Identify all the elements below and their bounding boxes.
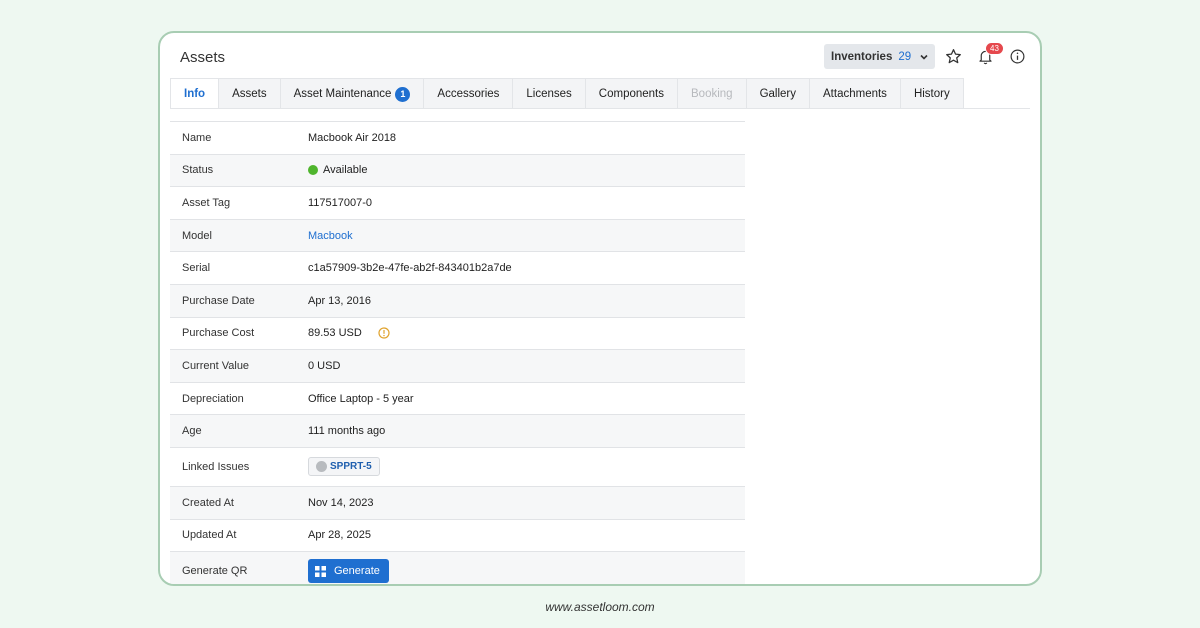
asset-window: Assets Inventories 29 43 Info Assets Ass… <box>158 31 1042 586</box>
row-label: Serial <box>182 262 211 275</box>
tab-label: Accessories <box>437 88 500 100</box>
header: Assets Inventories 29 43 <box>160 33 1040 79</box>
inventories-count: 29 <box>898 50 912 63</box>
detail-row-updated-at: Updated At Apr 28, 2025 <box>170 520 745 553</box>
current-value-value: 0 USD <box>308 359 341 372</box>
tab-label: Gallery <box>759 88 797 100</box>
row-label: Asset Tag <box>182 196 231 209</box>
issue-type-icon <box>316 461 327 473</box>
detail-row-purchase-cost: Purchase Cost 89.53 USD <box>170 318 745 351</box>
detail-row-current-value: Current Value 0 USD <box>170 350 745 383</box>
details-table: Name Macbook Air 2018 Status Available A… <box>170 121 745 584</box>
linked-issue-chip[interactable]: SPPRT-5 <box>308 457 380 477</box>
depreciation-value: Office Laptop - 5 year <box>308 392 414 405</box>
info-warning-icon[interactable] <box>378 327 390 339</box>
tab-label: Attachments <box>823 88 887 100</box>
row-label: Name <box>182 131 212 144</box>
tab-label: Licenses <box>526 88 572 100</box>
row-label: Generate QR <box>182 565 248 578</box>
detail-row-purchase-date: Purchase Date Apr 13, 2016 <box>170 284 745 318</box>
row-label: Purchase Date <box>182 294 255 307</box>
inventories-label: Inventories <box>831 50 893 63</box>
tab-divider <box>170 108 1030 109</box>
row-label: Model <box>182 229 212 242</box>
tab-label: Asset Maintenance <box>293 88 392 100</box>
updated-at-value: Apr 28, 2025 <box>308 529 371 542</box>
tab-booking: Booking <box>677 78 747 109</box>
row-label: Depreciation <box>182 392 244 405</box>
tab-assets[interactable]: Assets <box>218 78 281 109</box>
detail-row-status: Status Available <box>170 154 745 188</box>
linked-issue-key: SPPRT-5 <box>330 461 372 473</box>
chevron-down-icon <box>920 54 928 60</box>
asset-name-value: Macbook Air 2018 <box>308 131 397 144</box>
tab-label: Info <box>184 88 206 100</box>
tab-components[interactable]: Components <box>584 78 679 109</box>
detail-row-serial: Serial c1a57909-3b2e-47fe-ab2f-843401b2a… <box>170 252 745 285</box>
page-title: Assets <box>180 49 226 66</box>
tab-bar: Info Assets Asset Maintenance 1 Accessori… <box>170 78 964 109</box>
row-label: Status <box>182 164 214 177</box>
detail-row-age: Age 111 months ago <box>170 415 745 448</box>
generate-button-label: Generate <box>334 565 380 578</box>
serial-value: c1a57909-3b2e-47fe-ab2f-843401b2a7de <box>308 262 512 275</box>
status-value: Available <box>323 164 368 177</box>
asset-tag-value: 117517007-0 <box>308 196 373 209</box>
purchase-date-value: Apr 13, 2016 <box>308 294 371 307</box>
model-link[interactable]: Macbook <box>308 230 353 242</box>
purchase-cost-value: 89.53 USD <box>308 327 362 340</box>
row-label: Updated At <box>182 529 237 542</box>
row-label: Purchase Cost <box>182 327 255 340</box>
detail-row-generate-qr: Generate QR Generate <box>170 552 745 584</box>
footer-url: www.assetloom.com <box>545 600 655 614</box>
tab-accessories[interactable]: Accessories <box>423 78 514 109</box>
tab-label: History <box>913 88 950 100</box>
tab-label: Components <box>598 88 665 100</box>
notification-badge: 43 <box>985 42 1004 55</box>
row-label: Current Value <box>182 359 250 372</box>
tab-licenses[interactable]: Licenses <box>512 78 586 109</box>
generate-qr-button[interactable]: Generate <box>308 559 389 584</box>
info-icon[interactable] <box>1009 48 1026 65</box>
age-value: 111 months ago <box>308 425 386 438</box>
tab-history[interactable]: History <box>899 78 964 109</box>
qr-grid-icon <box>315 565 326 577</box>
row-label: Created At <box>182 496 234 509</box>
detail-row-asset-tag: Asset Tag 117517007-0 <box>170 187 745 220</box>
created-at-value: Nov 14, 2023 <box>308 496 374 509</box>
row-label: Linked Issues <box>182 460 250 473</box>
star-icon[interactable] <box>945 48 962 65</box>
tab-info[interactable]: Info <box>170 78 220 109</box>
detail-row-created-at: Created At Nov 14, 2023 <box>170 486 745 520</box>
tab-count-badge: 1 <box>395 86 411 102</box>
tab-label: Booking <box>691 88 733 100</box>
tab-attachments[interactable]: Attachments <box>809 78 901 109</box>
status-dot-icon <box>308 165 318 176</box>
detail-row-depreciation: Depreciation Office Laptop - 5 year <box>170 383 745 416</box>
tab-asset-maintenance[interactable]: Asset Maintenance 1 <box>279 78 425 109</box>
detail-row-linked-issues: Linked Issues SPPRT-5 <box>170 448 745 487</box>
inventories-select[interactable]: Inventories 29 <box>824 44 935 69</box>
detail-row-model: Model Macbook <box>170 219 745 253</box>
row-label: Age <box>182 425 202 438</box>
detail-row-name: Name Macbook Air 2018 <box>170 122 745 155</box>
tab-label: Assets <box>232 88 267 100</box>
tab-gallery[interactable]: Gallery <box>745 78 811 109</box>
